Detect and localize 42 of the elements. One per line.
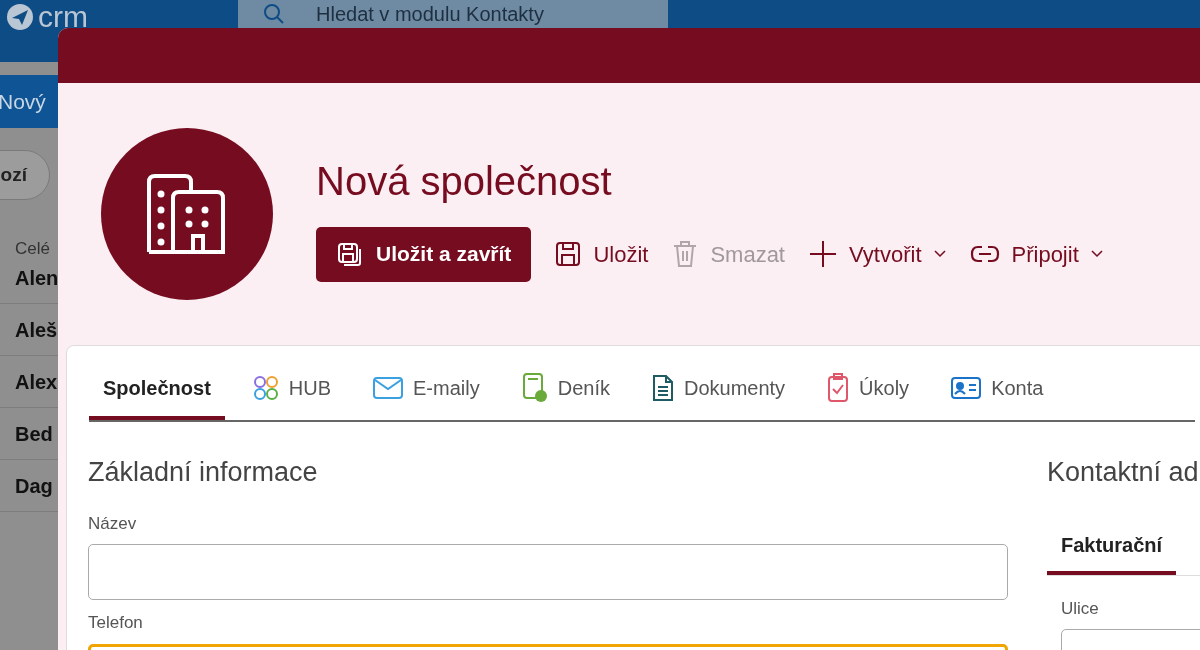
logo-text: crm — [38, 2, 88, 32]
clipboard-check-icon — [827, 373, 850, 403]
tab[interactable]: Společnost — [89, 360, 225, 420]
search-field[interactable]: Hledat v modulu Kontakty — [238, 0, 668, 28]
logo-icon — [6, 3, 34, 31]
table-cell-text: Dag — [15, 473, 53, 499]
mail-icon — [373, 377, 404, 399]
table-cell-text: Alen — [15, 265, 59, 291]
dialog-title: Nová společnost — [316, 160, 613, 201]
input-field[interactable] — [88, 544, 1008, 600]
table-cell-text: Alex — [15, 369, 58, 395]
tab[interactable]: E-maily — [359, 360, 494, 420]
document-icon — [651, 374, 674, 402]
tab[interactable]: Úkoly — [813, 360, 924, 420]
table-cell-text: Bed — [15, 421, 53, 447]
tab[interactable]: HUB — [238, 360, 346, 420]
tab[interactable]: Dokumenty — [637, 360, 800, 420]
table-cell-text: Aleš — [15, 317, 58, 343]
link-icon — [969, 245, 1000, 263]
action-button[interactable]: Uložit a zavřít — [316, 226, 532, 282]
filter-button[interactable]: ozí — [0, 150, 50, 200]
plus-icon — [809, 240, 837, 268]
action-button[interactable]: Uložit — [555, 226, 649, 282]
save-icon — [555, 241, 582, 267]
field-label: Telefon — [88, 612, 144, 634]
journal-icon — [521, 373, 548, 403]
tab[interactable]: Konta — [937, 360, 1058, 420]
action-button[interactable]: Připojit — [969, 226, 1103, 282]
action-button[interactable]: Vytvořit — [809, 226, 946, 282]
section-title: Kontaktní ad — [1047, 456, 1200, 489]
save-icon — [336, 241, 362, 267]
field-label: Ulice — [1061, 597, 1100, 620]
search-icon — [262, 2, 286, 26]
tab[interactable]: Deník — [507, 360, 624, 420]
new-button[interactable]: Nový — [0, 85, 46, 118]
tab[interactable]: Fakturační — [1047, 518, 1177, 575]
contact-card-icon — [951, 376, 982, 400]
petals-icon — [252, 375, 279, 401]
section-title: Základní informace — [88, 456, 319, 489]
field-label: Název — [88, 512, 138, 535]
column-header: Celé — [15, 238, 50, 260]
trash-icon — [672, 240, 699, 268]
